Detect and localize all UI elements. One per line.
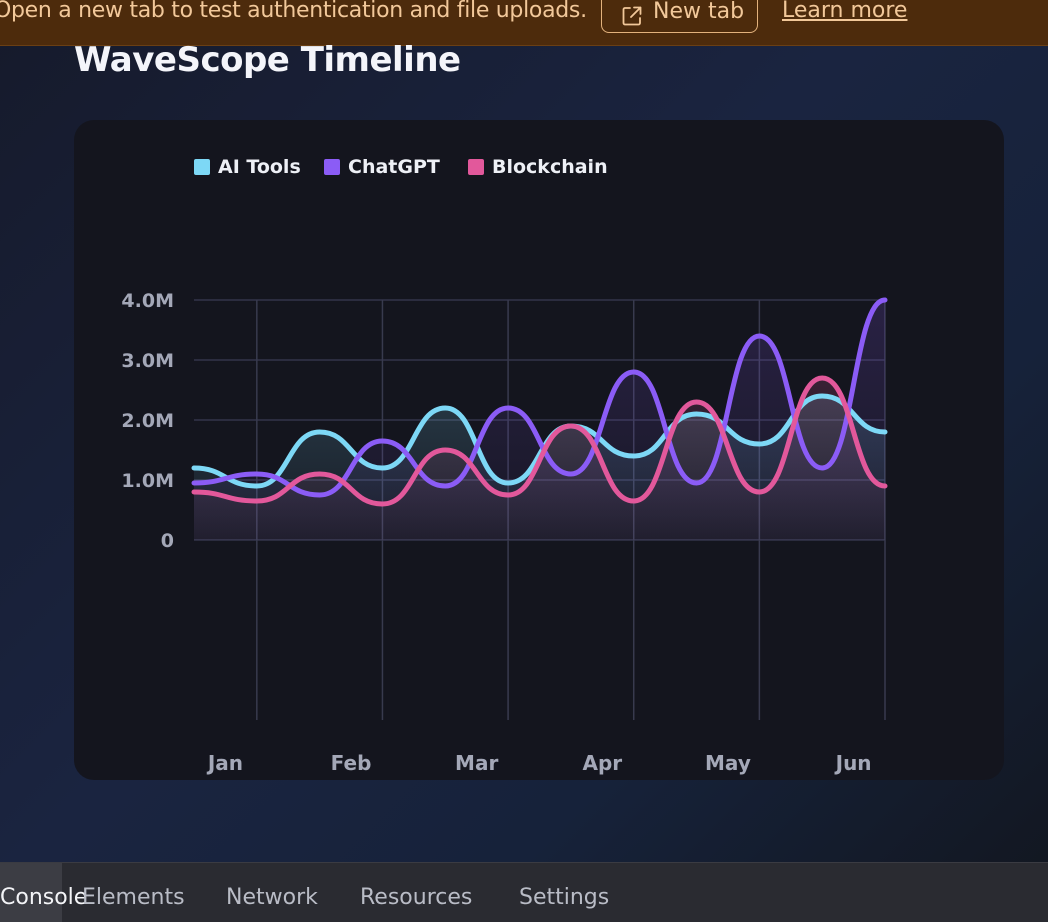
legend-label: Blockchain [492,156,608,178]
chart-card: 4.0M 3.0M 2.0M 1.0M 0 Jan Feb Mar Apr May Jun AI … [74,120,1004,780]
x-tick-label: May [705,751,751,775]
legend-label: ChatGPT [348,156,440,178]
legend-label: AI Tools [218,156,301,178]
legend-swatch [324,159,340,175]
x-tick-label: Apr [582,751,622,775]
tab-settings[interactable]: Settings [519,885,609,910]
legend-item-blockchain[interactable]: Blockchain [468,156,608,178]
x-axis-ticks: Jan Feb Mar Apr May Jun [206,751,872,775]
legend-item-chatgpt[interactable]: ChatGPT [324,156,440,178]
devtools-tab-bar: Console Elements Network Resources Setti… [0,862,1048,922]
y-tick-label: 3.0M [121,350,174,372]
legend-swatch [468,159,484,175]
y-axis-ticks: 4.0M 3.0M 2.0M 1.0M 0 [121,290,174,552]
y-tick-label: 2.0M [121,410,174,432]
x-tick-label: Feb [331,751,372,775]
line-chart: 4.0M 3.0M 2.0M 1.0M 0 Jan Feb Mar Apr May Jun AI … [121,156,888,775]
tab-elements[interactable]: Elements [82,885,185,910]
page-title: WaveScope Timeline [74,40,461,80]
y-tick-label: 0 [161,530,174,552]
x-tick-label: Jan [206,751,243,775]
external-link-icon [622,6,642,26]
legend-swatch [194,159,210,175]
y-tick-label: 1.0M [121,470,174,492]
legend-item-ai-tools[interactable]: AI Tools [194,156,301,178]
tab-resources[interactable]: Resources [360,885,472,910]
tab-console[interactable]: Console [0,863,87,922]
x-tick-label: Mar [455,751,498,775]
x-tick-label: Jun [834,751,872,775]
chart-legend: AI Tools ChatGPT Blockchain [194,156,608,178]
banner-message: Open a new tab to test authentication an… [0,0,587,23]
y-tick-label: 4.0M [121,290,174,312]
new-tab-button[interactable]: New tab [601,0,758,33]
tab-network[interactable]: Network [226,885,318,910]
learn-more-link[interactable]: Learn more [782,0,907,23]
new-tab-label: New tab [653,0,745,24]
